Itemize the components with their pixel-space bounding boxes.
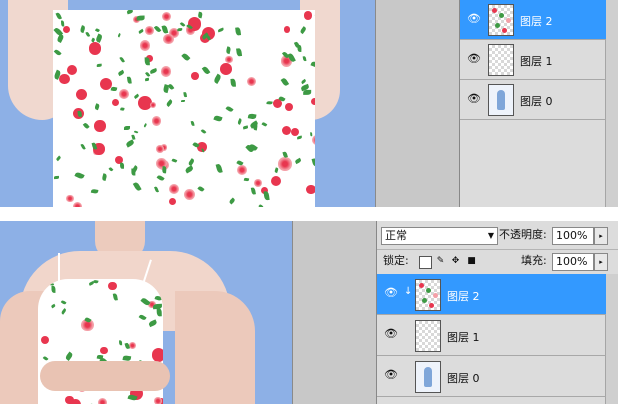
bottom-screenshot: 正常 ▼ 不透明度: 100% ▸ 锁定: ✎ ✥ ■ 填充: 100% ▸ 👁… xyxy=(0,221,618,404)
lock-position-icon[interactable]: ✥ xyxy=(450,256,461,267)
layer-list: 👁 ↓ 图层 2 👁 图层 1 👁 图层 0 xyxy=(377,274,618,404)
layer-row[interactable]: 👁 图层 0 xyxy=(377,356,606,397)
layer-row[interactable]: 👁 ↓ 图层 2 xyxy=(377,274,606,315)
fill-stepper[interactable]: ▸ xyxy=(594,253,608,271)
layer-row[interactable]: 👁 图层 0 xyxy=(460,80,606,120)
workspace-gutter xyxy=(375,0,460,207)
opacity-stepper[interactable]: ▸ xyxy=(594,227,608,245)
model-arm-right xyxy=(175,291,255,404)
layer-name[interactable]: 图层 1 xyxy=(520,53,553,69)
lock-transparency-icon[interactable] xyxy=(419,256,432,269)
clipping-mask-icon: ↓ xyxy=(404,286,413,297)
layer-name[interactable]: 图层 0 xyxy=(447,370,480,386)
blend-mode-value: 正常 xyxy=(385,229,407,242)
fill-label: 填充: xyxy=(521,254,547,267)
document-canvas[interactable] xyxy=(0,0,375,207)
visibility-eye-icon[interactable]: 👁 xyxy=(383,328,399,340)
panel-scrollbar[interactable] xyxy=(605,274,618,404)
layer-thumbnail[interactable] xyxy=(488,4,514,36)
layers-panel: 👁 图层 2 👁 图层 1 👁 图层 0 xyxy=(459,0,618,207)
layer-thumbnail[interactable] xyxy=(488,84,514,116)
lock-fill-row: 锁定: ✎ ✥ ■ 填充: 100% ▸ xyxy=(377,249,618,272)
floral-pattern-layer xyxy=(53,10,315,207)
layers-panel: 正常 ▼ 不透明度: 100% ▸ 锁定: ✎ ✥ ■ 填充: 100% ▸ 👁… xyxy=(376,221,618,404)
layer-row[interactable]: 👁 图层 1 xyxy=(460,40,606,80)
visibility-eye-icon[interactable]: 👁 xyxy=(466,53,482,65)
lock-label: 锁定: xyxy=(383,254,409,267)
layer-thumbnail[interactable] xyxy=(488,44,514,76)
lock-all-icon[interactable]: ■ xyxy=(466,256,477,267)
layer-name[interactable]: 图层 2 xyxy=(447,288,480,304)
layer-name[interactable]: 图层 0 xyxy=(520,93,553,109)
fill-input[interactable]: 100% xyxy=(552,253,594,271)
layer-name[interactable]: 图层 1 xyxy=(447,329,480,345)
visibility-eye-icon[interactable]: 👁 xyxy=(466,13,482,25)
blend-opacity-row: 正常 ▼ 不透明度: 100% ▸ xyxy=(377,225,618,247)
dress-strap-left xyxy=(58,253,60,283)
layer-row[interactable]: 👁 图层 1 xyxy=(377,315,606,356)
layer-name[interactable]: 图层 2 xyxy=(520,13,553,29)
opacity-label: 不透明度: xyxy=(499,228,547,241)
layer-thumbnail[interactable] xyxy=(415,279,441,311)
layer-thumbnail[interactable] xyxy=(415,361,441,393)
panel-scrollbar[interactable] xyxy=(605,0,618,207)
visibility-eye-icon[interactable]: 👁 xyxy=(466,93,482,105)
lock-pixels-icon[interactable]: ✎ xyxy=(435,256,446,267)
visibility-eye-icon[interactable]: 👁 xyxy=(383,287,399,299)
visibility-eye-icon[interactable]: 👁 xyxy=(383,369,399,381)
top-screenshot: 👁 图层 2 👁 图层 1 👁 图层 0 xyxy=(0,0,618,207)
opacity-input[interactable]: 100% xyxy=(552,227,594,245)
layer-row[interactable]: 👁 图层 2 xyxy=(460,0,606,40)
workspace-gutter xyxy=(292,221,377,404)
blend-mode-select[interactable]: 正常 ▼ xyxy=(381,227,498,245)
model-hands xyxy=(40,361,170,391)
chevron-down-icon: ▼ xyxy=(487,231,494,240)
layer-thumbnail[interactable] xyxy=(415,320,441,352)
document-canvas[interactable] xyxy=(0,221,292,404)
